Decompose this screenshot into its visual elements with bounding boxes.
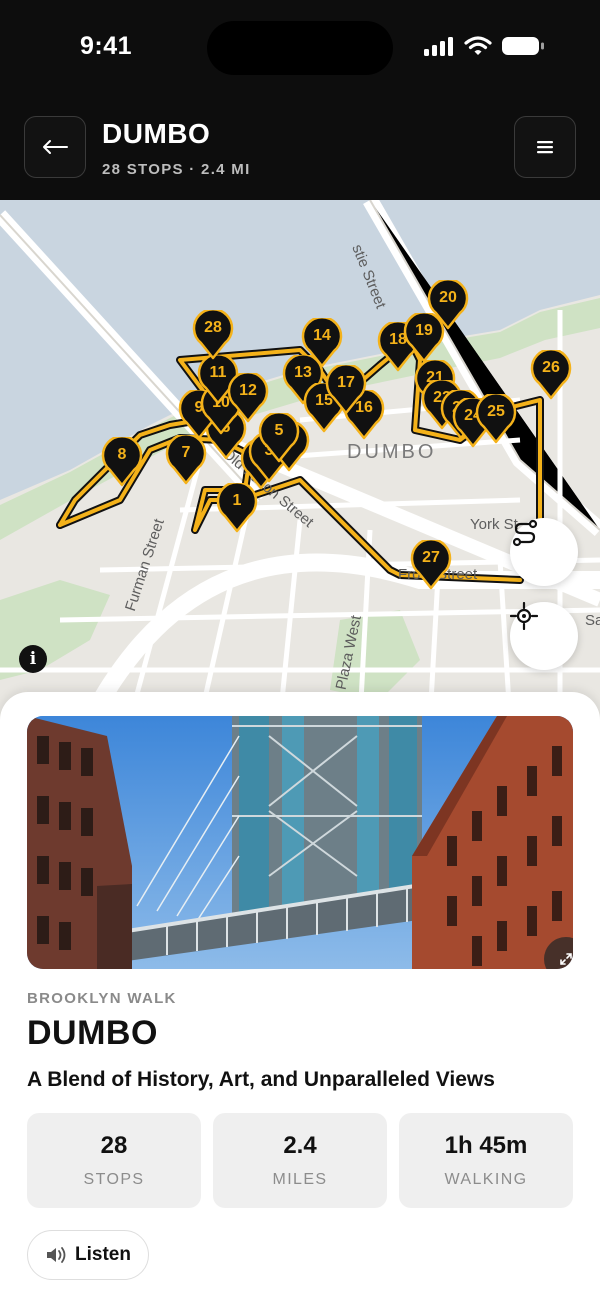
map-pin-stop-14[interactable]: 14 bbox=[301, 318, 343, 368]
map-pin-label: 27 bbox=[422, 549, 440, 566]
tour-stats: 28 STOPS 2.4 MILES 1h 45m WALKING bbox=[27, 1113, 573, 1208]
listen-button[interactable]: Listen bbox=[27, 1230, 149, 1280]
header-title: DUMBO bbox=[102, 118, 211, 149]
app-header: DUMBO 28 STOPS · 2.4 MI bbox=[0, 96, 600, 200]
stat-value: 2.4 bbox=[283, 1132, 317, 1159]
stat-label: MILES bbox=[272, 1171, 328, 1188]
tour-subtitle: A Blend of History, Art, and Unparallele… bbox=[27, 1068, 495, 1091]
map-pin-stop-20[interactable]: 20 bbox=[427, 280, 469, 330]
map-pin-label: 17 bbox=[337, 374, 355, 391]
header-subtitle: 28 STOPS · 2.4 MI bbox=[102, 161, 251, 178]
hamburger-menu-icon bbox=[537, 141, 553, 154]
map-pin-stop-1[interactable]: 1 bbox=[216, 483, 258, 533]
map-area-label: DUMBO bbox=[347, 441, 437, 463]
tour-detail-sheet: BROOKLYN WALK DUMBO A Blend of History, … bbox=[0, 692, 600, 1304]
tour-photo[interactable] bbox=[27, 716, 573, 969]
stat-value: 1h 45m bbox=[444, 1132, 528, 1159]
map-pin-stop-12[interactable]: 12 bbox=[227, 373, 269, 423]
map-pin-label: 14 bbox=[313, 327, 331, 344]
map-pin-label: 26 bbox=[542, 359, 560, 376]
route-button[interactable] bbox=[510, 518, 578, 586]
map-pin-label: 1 bbox=[232, 492, 242, 509]
listen-label: Listen bbox=[75, 1244, 131, 1265]
street-label-edge: Sa bbox=[585, 612, 600, 629]
tour-map[interactable]: stie Street Furman Street Old Fulton Str… bbox=[0, 200, 600, 720]
expand-icon bbox=[560, 953, 572, 965]
tour-title: DUMBO bbox=[27, 1014, 158, 1052]
map-pin-label: 20 bbox=[439, 289, 457, 306]
cellular-signal-icon bbox=[424, 37, 453, 56]
map-pin-stop-25[interactable]: 25 bbox=[475, 394, 517, 444]
locate-crosshair-icon bbox=[510, 602, 538, 630]
stat-card-miles: 2.4 MILES bbox=[213, 1113, 387, 1208]
map-pin-stop-27[interactable]: 27 bbox=[410, 540, 452, 590]
map-pin-stop-28[interactable]: 28 bbox=[192, 310, 234, 360]
map-pin-stop-26[interactable]: 26 bbox=[530, 350, 572, 400]
status-icons bbox=[423, 36, 545, 56]
back-button[interactable] bbox=[24, 116, 86, 178]
info-icon[interactable]: i bbox=[19, 645, 47, 673]
dynamic-island bbox=[207, 21, 393, 75]
map-pin-label: 5 bbox=[274, 422, 284, 439]
locate-button[interactable] bbox=[510, 602, 578, 670]
map-pin-stop-17[interactable]: 17 bbox=[325, 365, 367, 415]
map-pin-stop-7[interactable]: 7 bbox=[165, 435, 207, 485]
speaker-icon bbox=[47, 1247, 66, 1263]
stat-card-walking: 1h 45m WALKING bbox=[399, 1113, 573, 1208]
status-time: 9:41 bbox=[80, 32, 133, 60]
wifi-icon bbox=[464, 36, 492, 55]
menu-button[interactable] bbox=[514, 116, 576, 178]
map-pin-label: 7 bbox=[181, 444, 191, 461]
stat-card-stops: 28 STOPS bbox=[27, 1113, 201, 1208]
map-pin-label: 8 bbox=[117, 446, 127, 463]
battery-icon bbox=[502, 37, 544, 55]
route-icon bbox=[512, 519, 538, 547]
stat-value: 28 bbox=[100, 1132, 128, 1159]
tour-category: BROOKLYN WALK bbox=[27, 990, 177, 1007]
map-pin-label: 28 bbox=[204, 319, 222, 336]
map-pin-stop-8[interactable]: 8 bbox=[101, 437, 143, 487]
map-pin-label: 12 bbox=[239, 382, 257, 399]
bridge-photo-illustration bbox=[27, 716, 573, 969]
stat-label: WALKING bbox=[444, 1171, 528, 1188]
map-pin-label: 25 bbox=[487, 403, 505, 420]
arrow-left-icon bbox=[43, 140, 68, 154]
stat-label: STOPS bbox=[83, 1171, 145, 1188]
status-bar: 9:41 bbox=[0, 0, 600, 96]
